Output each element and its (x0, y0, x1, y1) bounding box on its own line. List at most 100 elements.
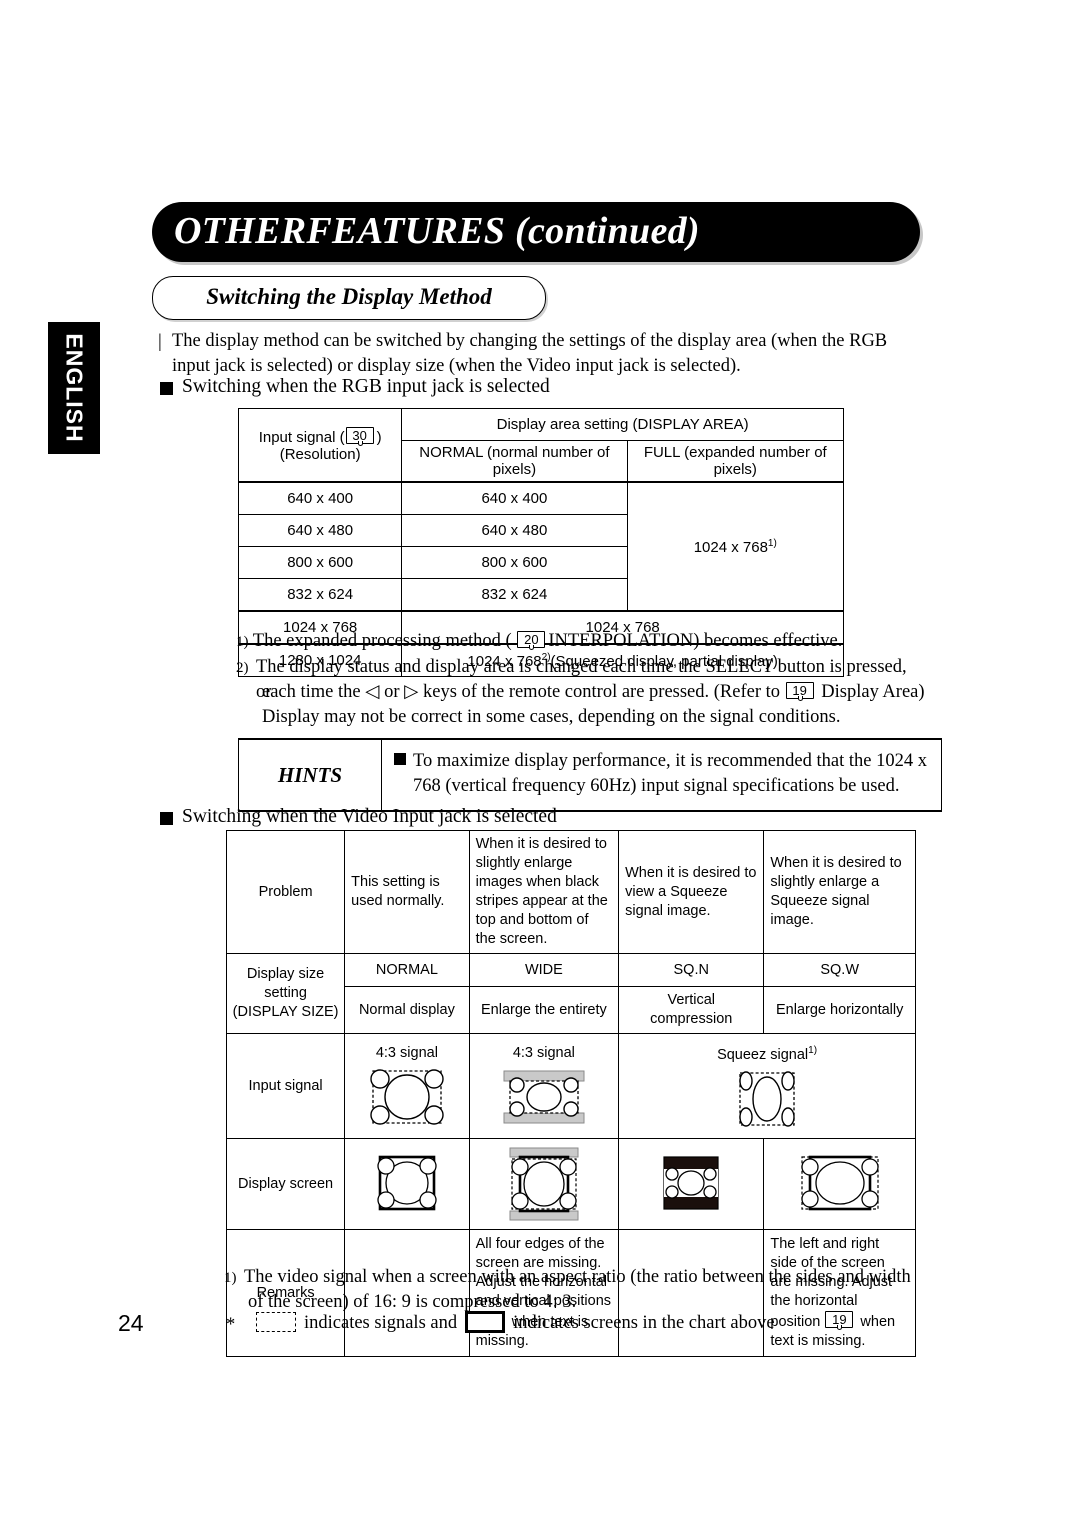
input-signal-label-squeeze-wrap: Squeez signal1) (621, 1041, 913, 1065)
hints-label: HINTS (239, 740, 382, 810)
section-subtitle-pill: Switching the Display Method (152, 276, 546, 320)
table-row: Display screen (225, 1138, 916, 1230)
language-tab-label: ENGLISH (61, 333, 88, 443)
diagram-input-43-letterbox (472, 1065, 617, 1129)
cell-setting-sqw: SQ.W (763, 953, 916, 987)
display-size-setting-line-2: (DISPLAY SIZE) (232, 1004, 339, 1020)
right-arrow-key-icon: ▷ (404, 682, 419, 702)
hints-box: HINTS To maximize display performance, i… (238, 738, 942, 812)
input-signal-label-squeeze: Squeez signal (717, 1046, 809, 1063)
resolution-label: (Resolution) (279, 446, 361, 463)
cell-display-area-group-header: Display area setting (DISPLAY AREA) (401, 408, 844, 441)
screen-pattern-normal-icon (377, 1155, 437, 1211)
cell-setting-sqn: SQ.N (618, 953, 765, 987)
page-ref-20-icon[interactable]: 20 (517, 631, 547, 650)
section-subtitle: Switching the Display Method (206, 283, 492, 309)
cell-setting-desc-normal: Normal display (344, 986, 470, 1034)
cell-normal-resolution: 832 x 624 (401, 578, 628, 612)
legend-star: * (226, 1315, 236, 1335)
language-tab: ENGLISH (48, 322, 100, 454)
diagram-screen-sqw (766, 1151, 913, 1217)
cell-display-screen-sqn (618, 1138, 765, 1230)
rgb-note-2-line2-end: Display Area) (816, 682, 925, 702)
table-row: Problem This setting is used normally. W… (225, 830, 916, 954)
rgb-note-2-line-3: Display may not be correct in some cases… (262, 707, 841, 727)
table-row: Input signal 4:3 signal 4:3 signal Squee… (225, 1033, 916, 1139)
cell-input-resolution: 832 x 624 (237, 578, 403, 612)
cell-problem-sqw: When it is desired to slightly enlarge a… (763, 830, 916, 954)
intro-bullet-marker: | (158, 331, 162, 352)
rgb-note-1: 1) The expanded processing method ( 20 IN… (236, 629, 842, 655)
rgb-note-2-number: 2) (236, 660, 249, 676)
rgb-note-2-line2-post: keys of the remote control are pressed. … (418, 682, 785, 702)
cell-full-header: FULL (expanded number of pixels) (626, 440, 845, 483)
display-size-setting-line-1: Display size setting (246, 966, 325, 1001)
test-pattern-43-dashed-icon (370, 1068, 444, 1125)
table-row: 640 x 400 640 x 400 1024 x 7681) (237, 481, 845, 612)
cell-input-signal-label: Input signal (225, 1033, 346, 1139)
cell-normal-resolution: 800 x 600 (401, 546, 628, 579)
rgb-note-1-number: 1) (236, 634, 249, 650)
input-signal-label-normal: 4:3 signal (375, 1044, 438, 1061)
hints-line-2: 768 (vertical frequency 60Hz) input sign… (413, 776, 900, 796)
input-signal-label: Input signal ( (258, 429, 345, 446)
cell-display-screen-sqw (763, 1138, 916, 1230)
rgb-note-2-number-wrap: 2) (236, 655, 249, 681)
cell-input-resolution: 640 x 480 (237, 514, 403, 547)
diagram-screen-sqn (621, 1151, 761, 1217)
section-marker-rgb-icon (160, 382, 173, 395)
cell-problem-normal: This setting is used normally. (344, 830, 470, 954)
table-row: Input signal (30) (Resolution) Display a… (237, 408, 844, 483)
cell-normal-header: NORMAL (normal number of pixels) (401, 440, 628, 483)
footnote-1-line-1: The video signal when a screen with an a… (244, 1267, 911, 1287)
cell-input-signal-header: Input signal (30) (Resolution) (237, 408, 403, 483)
rgb-note-2-line-2: each time the ◁ or ▷ keys of the remote … (262, 680, 927, 705)
cell-input-signal-wide: 4:3 signal (468, 1033, 620, 1139)
rgb-note-2-line2-mid: or (379, 682, 405, 702)
screen-pattern-sqn-icon (663, 1156, 719, 1210)
input-signal-squeeze-footnote-marker: 1) (808, 1045, 818, 1057)
section-heading-rgb: Switching when the RGB input jack is sel… (182, 376, 550, 397)
left-arrow-key-icon: ◁ (365, 682, 380, 702)
cell-problem-label: Problem (225, 830, 346, 954)
page-ref-30-icon[interactable]: 30 (345, 427, 376, 446)
rgb-note-1-pre: The expanded processing method ( (252, 631, 517, 651)
diagram-input-43-normal (347, 1065, 466, 1129)
page-number: 24 (118, 1310, 144, 1336)
cell-setting-wide: WIDE (468, 953, 620, 987)
cell-setting-desc-sqn: Vertical compression (618, 986, 765, 1034)
cell-input-signal-squeeze: Squeez signal1) (618, 1033, 916, 1139)
hints-bullet-icon (394, 753, 406, 765)
cell-setting-desc-wide: Enlarge the entirety (468, 986, 620, 1034)
diagram-input-squeeze (621, 1067, 913, 1131)
cell-input-resolution: 640 x 400 (237, 481, 403, 515)
screen-pattern-wide-icon (509, 1147, 579, 1221)
cell-normal-resolution: 640 x 480 (401, 514, 628, 547)
page-title-banner: OTHERFEATURES (continued) (152, 202, 920, 262)
input-signal-label-wide: 4:3 signal (512, 1044, 575, 1061)
full-resolution-footnote-marker: 1) (767, 537, 777, 549)
diagram-screen-wide (472, 1146, 617, 1222)
cell-display-size-setting-label: Display size setting (DISPLAY SIZE) (225, 953, 346, 1034)
full-resolution-value: 1024 x 768 (693, 538, 768, 556)
hints-line-1: To maximize display performance, it is r… (413, 751, 927, 771)
rgb-note-2-line2-pre: each time the (262, 682, 366, 702)
legend-dash-text: indicates signals and (304, 1313, 458, 1333)
test-pattern-squeeze-dashed-icon (739, 1071, 795, 1127)
cell-setting-desc-sqw: Enlarge horizontally (763, 986, 916, 1034)
intro-paragraph: The display method can be switched by ch… (172, 331, 888, 376)
section-marker-video-icon (160, 812, 173, 825)
page-ref-19-icon[interactable]: 19 (785, 682, 816, 701)
legend-row: indicates signals and indicates screens i… (248, 1311, 938, 1336)
cell-input-resolution: 800 x 600 (237, 546, 403, 579)
page-title: OTHERFEATURES (continued) (174, 210, 700, 253)
footnote-1-number: 1) (224, 1270, 237, 1286)
cell-display-screen-wide (468, 1138, 620, 1230)
cell-display-screen-normal (344, 1138, 470, 1230)
input-signal-label-end: ) (376, 429, 382, 446)
legend-solid-text: indicates screens in the chart above (513, 1313, 775, 1333)
rgb-note-1-post: INTERPOLATION) becomes effective. (548, 631, 843, 651)
cell-problem-wide: When it is desired to slightly enlarge i… (468, 830, 620, 954)
table-row: Display size setting (DISPLAY SIZE) NORM… (225, 953, 916, 1034)
cell-display-screen-label: Display screen (225, 1138, 346, 1230)
